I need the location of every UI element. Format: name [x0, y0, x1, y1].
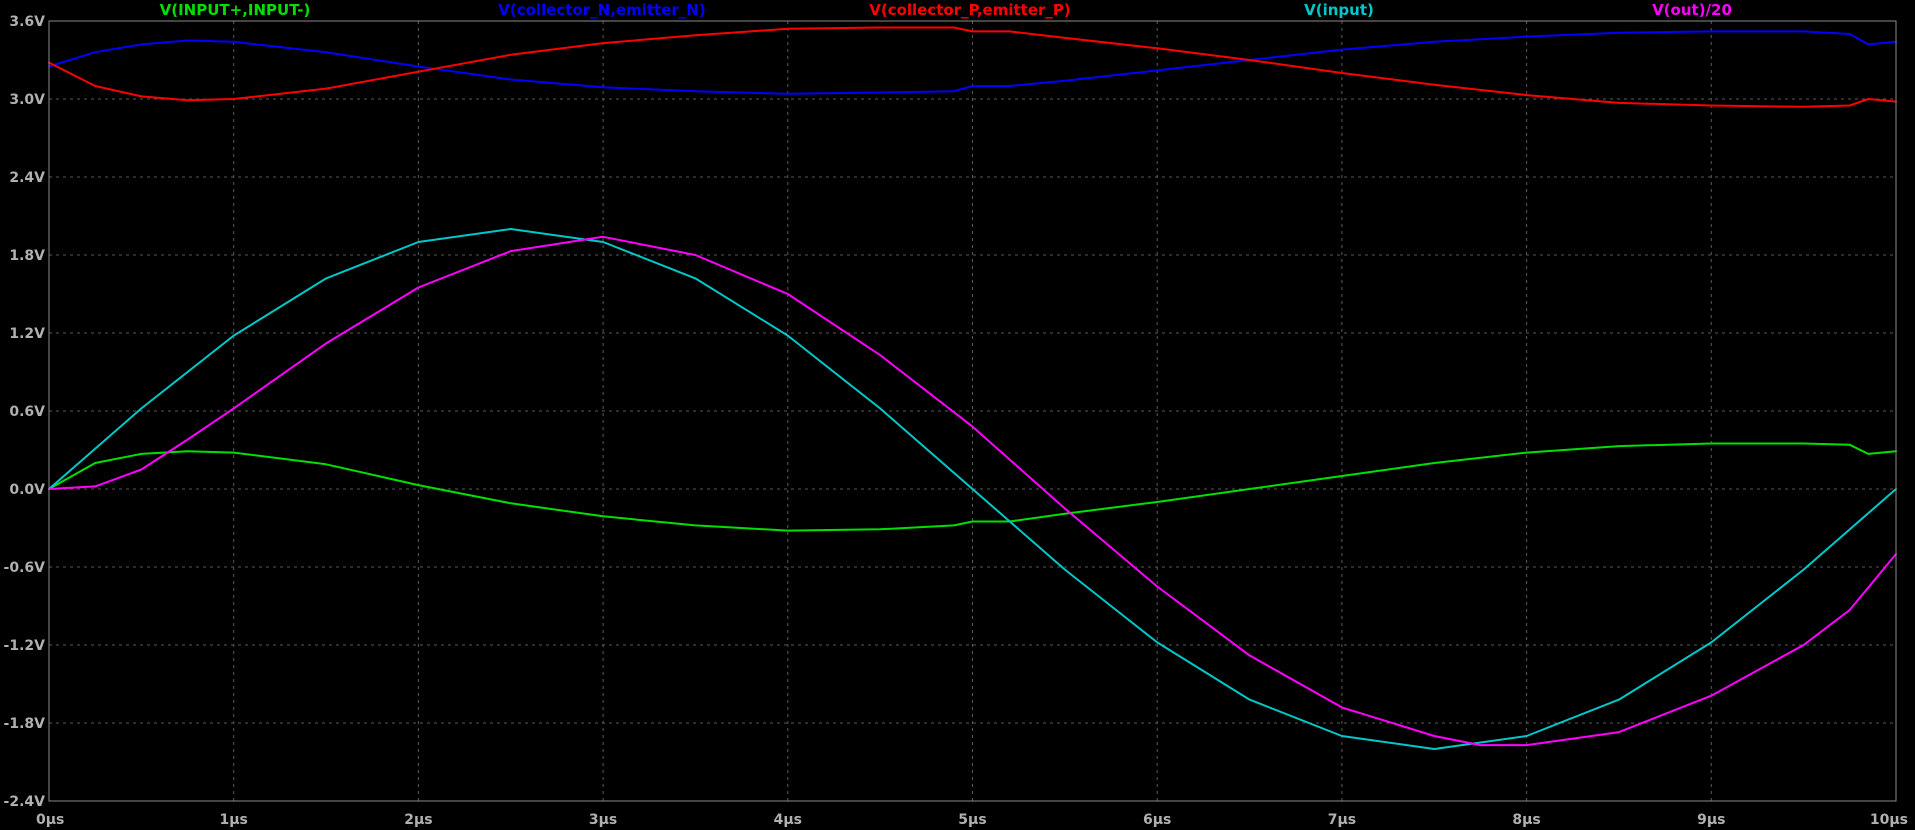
legend-label[interactable]: V(input) [1304, 1, 1374, 19]
y-tick-label: 3.6V [9, 14, 45, 30]
x-tick-label: 8µs [1512, 812, 1540, 828]
legend-label[interactable]: V(collector_N,emitter_N) [498, 1, 705, 19]
x-tick-label: 7µs [1328, 812, 1356, 828]
trace-legend[interactable]: V(INPUT+,INPUT-) V(collector_N,emitter_N)… [160, 1, 1732, 19]
x-tick-label: 3µs [589, 812, 617, 828]
x-tick-label: 0µs [36, 812, 64, 828]
x-tick-label: 1µs [220, 812, 248, 828]
legend-label[interactable]: V(INPUT+,INPUT-) [160, 1, 311, 19]
y-tick-label: -0.6V [4, 560, 46, 576]
y-tick-label: 2.4V [9, 170, 45, 186]
y-tick-label: 1.2V [9, 326, 45, 342]
y-axis-tick-labels: 3.6V 3.0V 2.4V 1.8V 1.2V 0.6V 0.0V -0.6V -1.2V -1… [4, 14, 46, 810]
y-tick-label: -1.8V [4, 716, 46, 732]
x-axis-tick-labels: 0µs 1µs 2µs 3µs 4µs 5µs 6µs 7µs 8µs 9µs 10µs [36, 812, 1908, 828]
x-tick-label: 2µs [404, 812, 432, 828]
x-tick-label: 9µs [1697, 812, 1725, 828]
legend-label[interactable]: V(out)/20 [1652, 1, 1732, 19]
x-tick-label: 10µs [1870, 812, 1908, 828]
y-tick-label: 1.8V [9, 248, 45, 264]
x-tick-label: 6µs [1143, 812, 1171, 828]
y-tick-label: 3.0V [9, 92, 45, 108]
y-tick-label: -1.2V [4, 638, 46, 654]
y-tick-label: 0.0V [9, 482, 45, 498]
x-tick-label: 4µs [774, 812, 802, 828]
y-tick-label: -2.4V [4, 794, 46, 810]
y-tick-label: 0.6V [9, 404, 45, 420]
x-tick-label: 5µs [958, 812, 986, 828]
waveform-plot: 3.6V 3.0V 2.4V 1.8V 1.2V 0.6V 0.0V -0.6V -1.2V -1… [0, 0, 1915, 830]
grid-lines [49, 21, 1896, 801]
trace-v-collector-p-emitter-p [48, 26, 1897, 108]
legend-label[interactable]: V(collector_P,emitter_P) [869, 1, 1071, 19]
